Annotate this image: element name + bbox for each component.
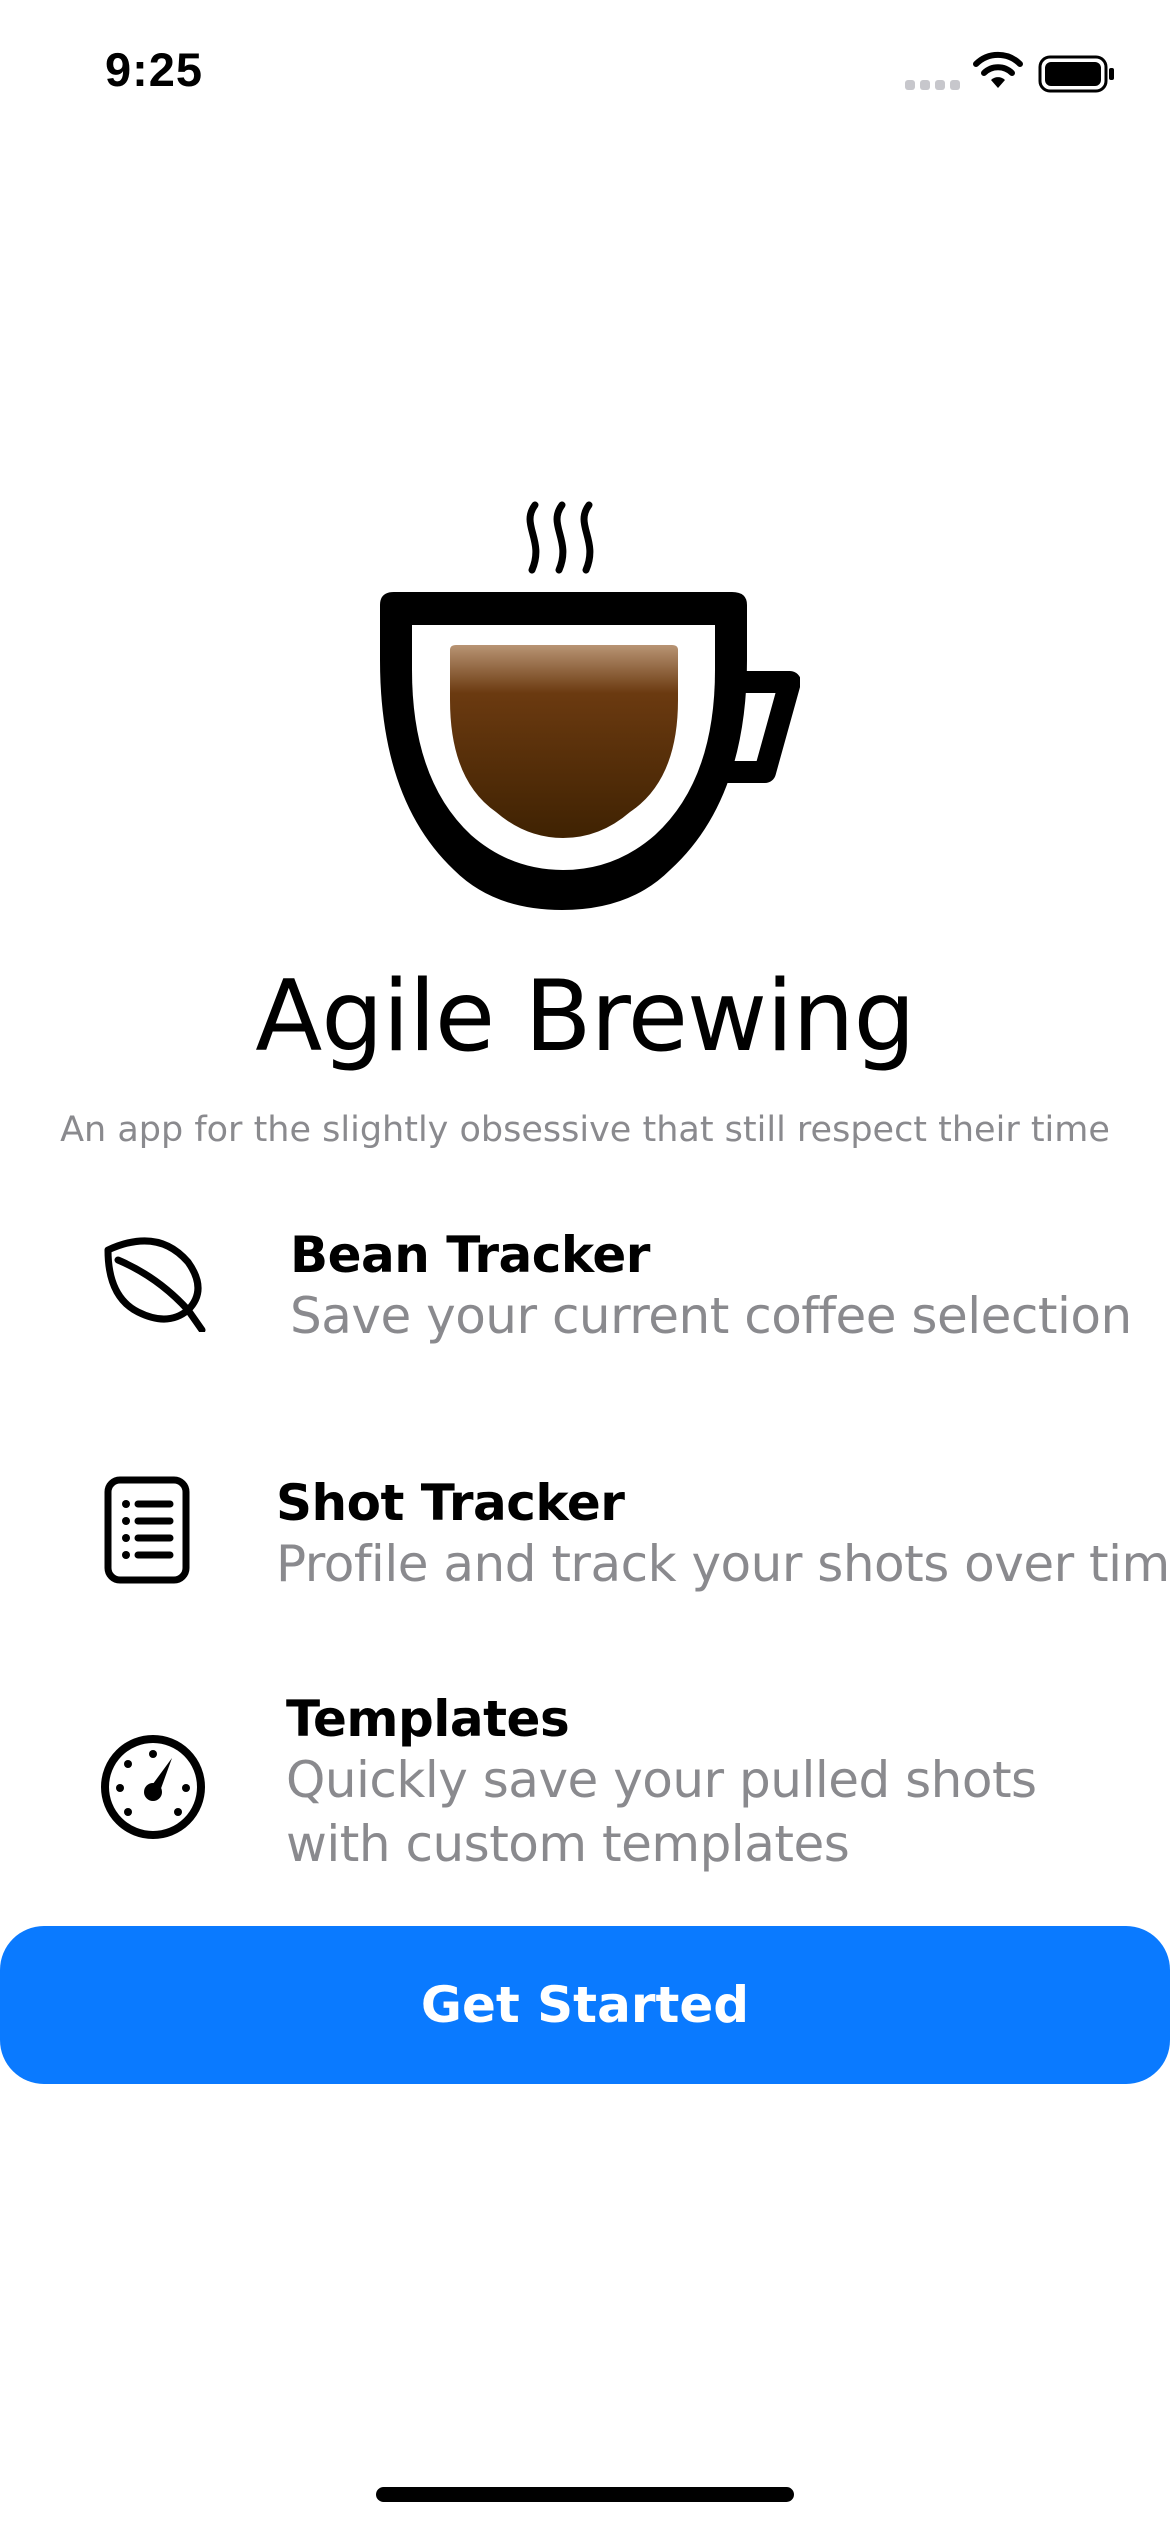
signal-icon	[905, 80, 960, 90]
feature-title: Shot Tracker	[276, 1474, 625, 1532]
leaf-icon	[104, 1237, 206, 1332]
app-subtitle: An app for the slightly obsessive that s…	[60, 1110, 1110, 1150]
feature-title: Templates	[286, 1690, 570, 1748]
feature-description: Profile and track your shots over time	[276, 1535, 1170, 1593]
get-started-button[interactable]: Get Started	[0, 1926, 1170, 2084]
battery-icon	[1038, 55, 1114, 93]
gauge-icon	[101, 1735, 205, 1839]
feature-description: Save your current coffee selection	[290, 1287, 1132, 1345]
steam-icon	[526, 501, 594, 574]
feature-title: Bean Tracker	[290, 1226, 650, 1284]
feature-description: Quickly save your pulled shots with cust…	[286, 1751, 1037, 1873]
list-document-icon	[104, 1476, 190, 1584]
home-indicator[interactable]	[376, 2487, 794, 2502]
coffee-cup-icon	[380, 501, 800, 910]
feature-bean-tracker: Bean Tracker Save your current coffee se…	[0, 1220, 1170, 1360]
app-title: Agile Brewing	[255, 960, 916, 1074]
wifi-icon	[973, 51, 1023, 88]
status-time: 9:25	[105, 43, 204, 96]
feature-shot-tracker: Shot Tracker Profile and track your shot…	[0, 1470, 1170, 1610]
feature-templates: Templates Quickly save your pulled shots…	[0, 1690, 1170, 1890]
